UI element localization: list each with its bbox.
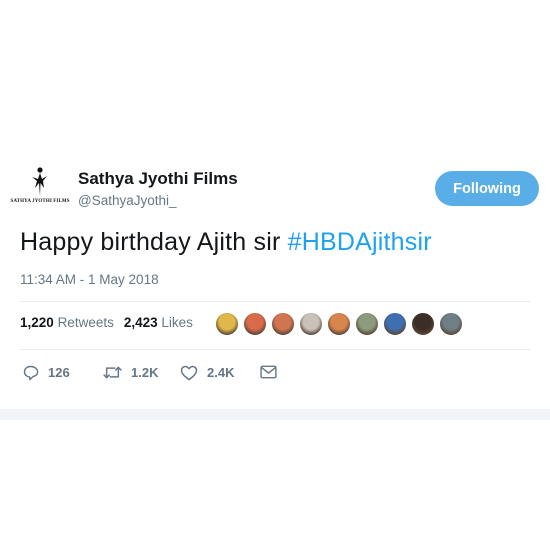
- retweets-label: Retweets: [57, 315, 114, 330]
- tweet-text: Happy birthday Ajith sir #HBDAjithsir: [20, 228, 432, 257]
- liker-avatar[interactable]: [271, 312, 295, 336]
- following-button[interactable]: Following: [435, 171, 539, 206]
- reply-button[interactable]: 126: [22, 363, 70, 381]
- author-handle[interactable]: @SathyaJyothi_: [78, 193, 177, 208]
- author-avatar[interactable]: SATHYA JYOTHI FILMS: [10, 166, 69, 214]
- hashtag-link[interactable]: #HBDAjithsir: [288, 228, 432, 256]
- like-count: 2.4K: [207, 364, 235, 380]
- divider: [20, 301, 530, 302]
- liker-avatar[interactable]: [327, 312, 351, 336]
- liker-avatar[interactable]: [243, 312, 267, 336]
- tweet-page: SATHYA JYOTHI FILMS Sathya Jyothi Films …: [0, 0, 550, 550]
- author-name[interactable]: Sathya Jyothi Films: [78, 169, 238, 189]
- like-button[interactable]: 2.4K: [180, 363, 234, 381]
- direct-message-button[interactable]: [260, 363, 277, 381]
- liker-avatar[interactable]: [411, 312, 435, 336]
- heart-icon: [180, 365, 198, 380]
- tweet-text-body: Happy birthday Ajith sir: [20, 228, 288, 256]
- likes-stat[interactable]: 2,423 Likes: [124, 315, 193, 330]
- retweet-count: 1.2K: [131, 364, 159, 380]
- liker-avatar[interactable]: [355, 312, 379, 336]
- timeline-separator: [0, 409, 550, 420]
- reply-count: 126: [48, 364, 70, 380]
- reply-icon: [23, 365, 39, 380]
- likes-label: Likes: [161, 315, 193, 330]
- liker-avatar[interactable]: [215, 312, 239, 336]
- retweets-stat[interactable]: 1,220 Retweets: [20, 315, 114, 330]
- film-logo-icon: [32, 167, 47, 196]
- likes-count: 2,423: [123, 315, 158, 330]
- tweet-timestamp[interactable]: 11:34 AM - 1 May 2018: [20, 272, 159, 287]
- retweet-icon: [103, 366, 122, 378]
- retweets-count: 1,220: [20, 315, 54, 330]
- retweet-button[interactable]: 1.2K: [103, 363, 158, 381]
- liker-avatar[interactable]: [383, 312, 407, 336]
- envelope-icon: [260, 365, 277, 379]
- tweet-stats: 1,220 Retweets 2,423 Likes: [20, 315, 193, 330]
- liker-avatar[interactable]: [299, 312, 323, 336]
- divider: [20, 349, 530, 350]
- avatar-caption: SATHYA JYOTHI FILMS: [10, 199, 70, 204]
- liker-avatar[interactable]: [439, 312, 463, 336]
